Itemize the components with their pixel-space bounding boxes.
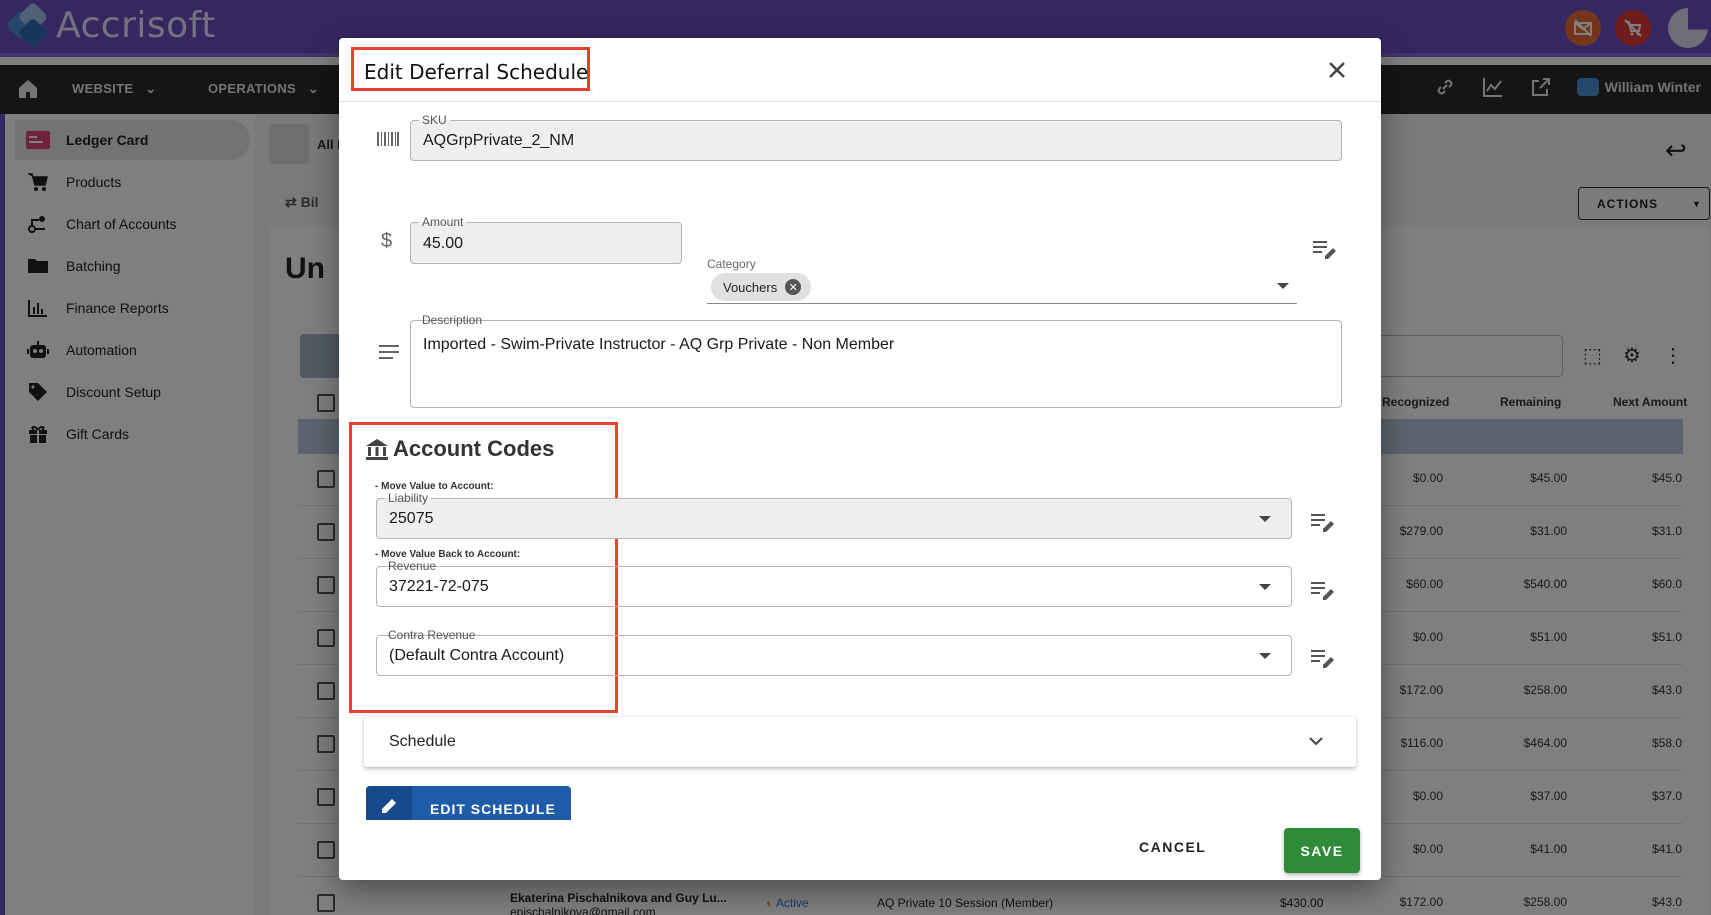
close-icon[interactable] — [1325, 58, 1349, 82]
chevron-down-icon[interactable] — [1259, 653, 1271, 659]
account-codes-title: Account Codes — [365, 436, 554, 462]
category-dropdown-icon[interactable] — [1277, 283, 1289, 289]
edit-deferral-dialog: Edit Deferral Schedule SKU AQGrpPrivate_… — [339, 38, 1381, 880]
chip-remove-icon[interactable]: ✕ — [785, 279, 802, 295]
notes-icon — [379, 345, 399, 359]
dialog-header: Edit Deferral Schedule — [339, 38, 1381, 102]
edit-list-icon[interactable] — [1311, 512, 1335, 532]
contra-revenue-select[interactable]: Contra Revenue (Default Contra Account) — [376, 628, 1292, 676]
edit-list-icon[interactable] — [1311, 580, 1335, 600]
cancel-button[interactable]: CANCEL — [1139, 839, 1206, 855]
edit-list-icon[interactable] — [1313, 239, 1337, 259]
save-button[interactable]: SAVE — [1284, 828, 1360, 873]
revenue-account-select[interactable]: Revenue 37221-72-075 — [376, 559, 1292, 607]
category-field[interactable]: Category Vouchers ✕ — [707, 254, 1297, 304]
chevron-down-icon[interactable] — [1259, 516, 1271, 522]
category-chip[interactable]: Vouchers ✕ — [711, 273, 812, 301]
dollar-icon: $ — [381, 230, 393, 252]
sku-field[interactable]: SKU AQGrpPrivate_2_NM — [410, 113, 1342, 161]
description-field[interactable]: Description Imported - Swim-Private Inst… — [410, 313, 1342, 408]
edit-list-icon[interactable] — [1311, 648, 1335, 668]
schedule-accordion[interactable]: Schedule — [364, 717, 1356, 767]
chevron-down-icon[interactable] — [1259, 584, 1271, 590]
bank-icon — [366, 439, 388, 460]
liability-account-select[interactable]: Liability 25075 — [376, 491, 1292, 539]
dialog-footer: CANCEL SAVE — [339, 820, 1381, 880]
dialog-title: Edit Deferral Schedule — [364, 60, 589, 84]
amount-field[interactable]: Amount 45.00 — [410, 215, 682, 264]
chevron-down-icon — [1309, 737, 1323, 746]
barcode-icon — [377, 132, 399, 146]
